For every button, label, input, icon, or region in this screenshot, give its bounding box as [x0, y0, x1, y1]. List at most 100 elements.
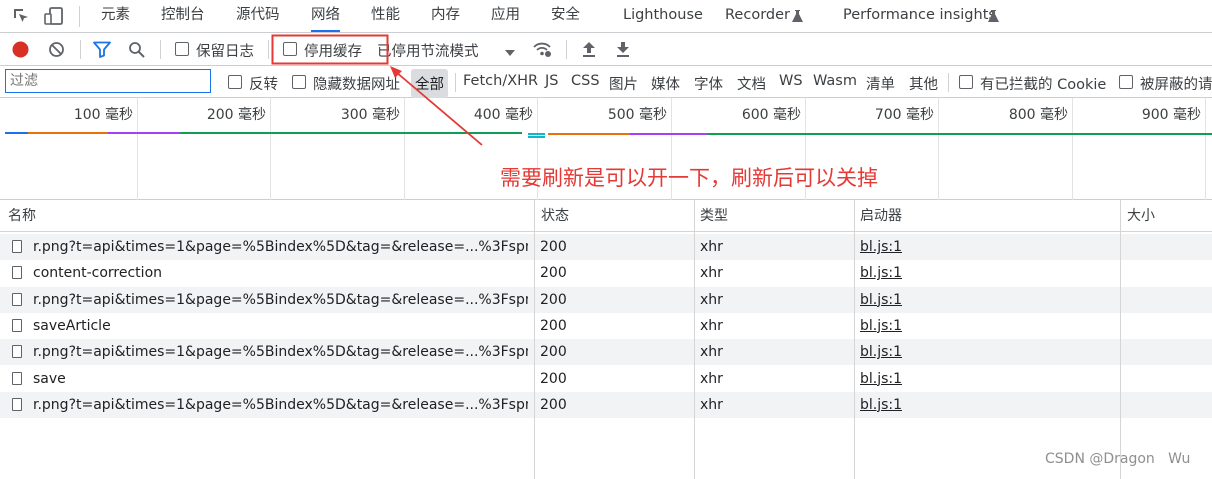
timeline-request-bar [5, 132, 28, 134]
type-filter-6[interactable]: 字体 [694, 73, 723, 94]
column-header-1[interactable]: 状态 [541, 200, 569, 232]
request-initiator[interactable]: bl.js:1 [860, 260, 902, 286]
separator [160, 40, 161, 59]
timeline-request-bar [28, 132, 108, 134]
tab-8[interactable]: Lighthouse [623, 0, 703, 32]
document-icon [12, 266, 22, 280]
invert-label: 反转 [249, 77, 278, 93]
type-filter-8[interactable]: WS [779, 73, 803, 89]
type-filter-0[interactable]: 全部 [411, 69, 448, 98]
preserve-log-checkbox[interactable] [175, 42, 189, 56]
timeline-tick-label: 300 毫秒 [340, 107, 400, 123]
timeline-tick-label: 200 毫秒 [206, 107, 266, 123]
column-header-0[interactable]: 名称 [8, 200, 36, 232]
document-icon [12, 345, 22, 359]
table-row[interactable]: r.png?t=api&times=1&page=%5Bindex%5D&tag… [0, 286, 1212, 313]
search-icon[interactable] [128, 41, 146, 59]
timeline-gridline [137, 98, 138, 200]
column-header-4[interactable]: 大小 [1127, 200, 1155, 232]
filter-input[interactable] [5, 69, 211, 93]
timeline-request-bar [548, 133, 630, 135]
table-row[interactable]: content-correction 200 xhr bl.js:1 [0, 260, 1212, 287]
disable-cache-label: 停用缓存 [304, 44, 362, 60]
type-filter-4[interactable]: 图片 [609, 73, 638, 94]
hide-data-urls-label: 隐藏数据网址 [313, 77, 400, 93]
timeline-request-bar [790, 133, 1212, 135]
request-name: save [33, 370, 66, 387]
type-filter-3[interactable]: CSS [571, 73, 600, 89]
separator [566, 40, 567, 59]
request-initiator[interactable]: bl.js:1 [860, 366, 902, 392]
tab-0[interactable]: 元素 [101, 0, 130, 32]
table-row[interactable]: r.png?t=api&times=1&page=%5Bindex%5D&tag… [0, 391, 1212, 418]
filter-bar: 反转 隐藏数据网址 全部 Fetch/XHR JS CSS 图片媒体字体文档 WS Wasm… [0, 66, 1212, 98]
throttling-select[interactable]: 已停用节流模式 [377, 40, 479, 61]
type-filter-2[interactable]: JS [545, 73, 558, 89]
request-initiator[interactable]: bl.js:1 [860, 287, 902, 313]
column-divider[interactable] [694, 200, 695, 479]
request-initiator[interactable]: bl.js:1 [860, 339, 902, 365]
document-icon [12, 371, 22, 385]
dropdown-arrow-icon[interactable] [505, 45, 515, 56]
request-status: 200 [540, 396, 567, 413]
type-filter-7[interactable]: 文档 [737, 73, 766, 94]
disable-cache-checkbox[interactable] [283, 42, 297, 56]
watermark: CSDN @Dragon Wu [1045, 451, 1191, 467]
separator [455, 73, 456, 92]
network-conditions-icon[interactable] [532, 40, 552, 58]
timeline-tick-label: 800 毫秒 [1008, 107, 1068, 123]
document-icon [12, 318, 22, 332]
request-status: 200 [540, 370, 567, 387]
tab-2[interactable]: 源代码 [236, 0, 280, 32]
type-filter-10[interactable]: 清单 [866, 73, 895, 94]
invert-checkbox[interactable] [228, 75, 242, 89]
table-row[interactable]: r.png?t=api&times=1&page=%5Bindex%5D&tag… [0, 234, 1212, 260]
blocked-cookies-checkbox[interactable] [959, 75, 973, 89]
column-divider[interactable] [534, 200, 535, 479]
timeline-request-bar [630, 133, 707, 135]
request-type: xhr [700, 239, 723, 255]
clear-icon[interactable] [48, 41, 65, 58]
record-button[interactable] [12, 41, 29, 58]
type-filter-11[interactable]: 其他 [909, 73, 938, 94]
type-filter-1[interactable]: Fetch/XHR [463, 73, 538, 89]
requests-table: 名称 状态 类型 启动器 大小 r.png?t=api&times=1&page=%5B… [0, 200, 1212, 479]
import-har-icon[interactable] [581, 40, 597, 58]
tab-5[interactable]: 内存 [431, 0, 460, 32]
timeline-request-bar [108, 132, 180, 134]
request-type: xhr [700, 396, 723, 413]
column-divider[interactable] [854, 200, 855, 479]
tab-4[interactable]: 性能 [371, 0, 400, 32]
column-header-3[interactable]: 启动器 [860, 200, 902, 232]
request-initiator[interactable]: bl.js:1 [860, 392, 902, 418]
timeline-tick-label: 600 毫秒 [741, 107, 801, 123]
tab-9[interactable]: Recorder [725, 0, 790, 32]
request-name: r.png?t=api&times=1&page=%5Bindex%5D&tag… [33, 291, 528, 308]
tab-6[interactable]: 应用 [491, 0, 520, 32]
tab-7[interactable]: 安全 [551, 0, 580, 32]
export-har-icon[interactable] [615, 40, 631, 58]
table-row[interactable]: saveArticle 200 xhr bl.js:1 [0, 312, 1212, 339]
column-divider[interactable] [1120, 200, 1121, 479]
filter-icon[interactable] [93, 41, 111, 58]
request-initiator[interactable]: bl.js:1 [860, 313, 902, 339]
hide-data-urls-checkbox[interactable] [292, 75, 306, 89]
request-initiator[interactable]: bl.js:1 [860, 234, 902, 260]
table-row[interactable]: save 200 xhr bl.js:1 [0, 365, 1212, 392]
separator [948, 73, 949, 92]
tab-10[interactable]: Performance insights [843, 0, 996, 32]
type-filter-9[interactable]: Wasm [813, 73, 857, 89]
tab-1[interactable]: 控制台 [161, 0, 205, 32]
table-row[interactable]: r.png?t=api&times=1&page=%5Bindex%5D&tag… [0, 339, 1212, 366]
separator [268, 40, 269, 59]
inspect-element-icon[interactable] [12, 7, 30, 25]
device-toolbar-icon[interactable] [44, 6, 64, 26]
timeline-overview[interactable]: 100 毫秒 200 毫秒 300 毫秒 400 毫秒 500 毫秒 600 毫秒 700 … [0, 98, 1212, 200]
column-header-2[interactable]: 类型 [700, 200, 728, 232]
tab-3[interactable]: 网络 [311, 0, 340, 32]
type-filter-5[interactable]: 媒体 [651, 73, 680, 94]
timeline-request-bar [528, 133, 545, 135]
request-name: r.png?t=api&times=1&page=%5Bindex%5D&tag… [33, 239, 528, 255]
separator [80, 40, 81, 59]
blocked-requests-checkbox[interactable] [1119, 75, 1133, 89]
